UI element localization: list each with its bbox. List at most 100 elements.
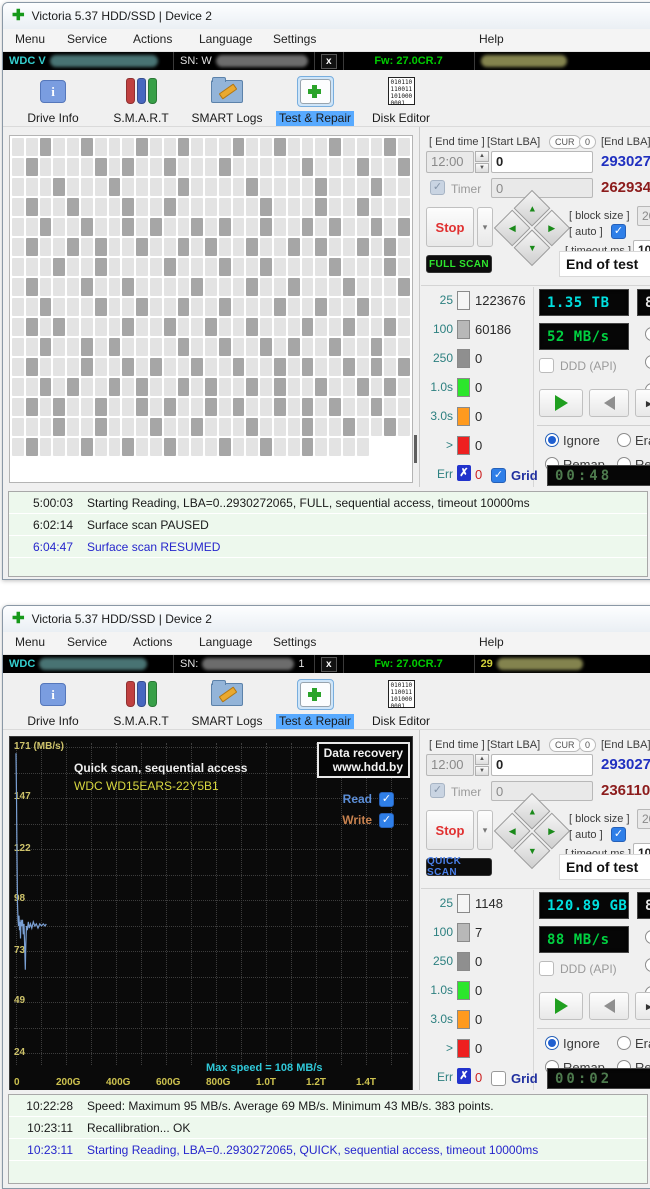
- menu-item-help[interactable]: Help: [479, 32, 504, 46]
- auto-checkbox[interactable]: [611, 827, 626, 842]
- scan-block: [370, 418, 383, 436]
- stop-button[interactable]: Stop: [426, 207, 474, 247]
- play-button[interactable]: [539, 389, 583, 417]
- title-bar[interactable]: ✚ Victoria 5.37 HDD/SSD | Device 2: [3, 3, 650, 29]
- scan-block: [315, 178, 328, 196]
- toolbar-button-disk-editor[interactable]: 010110 110011 101000 0001 Disk Editor: [359, 73, 443, 127]
- scan-position-thumb[interactable]: [414, 435, 417, 463]
- scan-block: [177, 238, 190, 256]
- grid-checkbox[interactable]: [491, 1071, 506, 1086]
- stop-dropdown-button[interactable]: ▾: [477, 810, 493, 850]
- toolbar-button-s-m-a-r-t[interactable]: S.M.A.R.T: [99, 73, 183, 127]
- scan-block: [39, 138, 52, 156]
- stop-dropdown-button[interactable]: ▾: [477, 207, 493, 247]
- start-lba-input[interactable]: 0: [491, 151, 593, 173]
- ddd-api-checkbox[interactable]: [539, 358, 554, 373]
- log-box[interactable]: 5:00:03 Starting Reading, LBA=0..29302720…: [8, 491, 648, 577]
- scan-mode-button[interactable]: QUICK SCAN: [426, 856, 492, 878]
- scan-block: [343, 378, 355, 396]
- device-close-icon[interactable]: x: [321, 656, 337, 672]
- toolbar-button-test-repair[interactable]: Test & Repair: [273, 73, 357, 127]
- scan-block: [177, 398, 190, 416]
- scan-block: [94, 258, 107, 276]
- scan-block: [356, 178, 369, 196]
- scan-block: [94, 358, 107, 376]
- block-size-input[interactable]: 2048: [637, 206, 650, 226]
- scan-block: [398, 338, 410, 356]
- end-of-test-field[interactable]: End of test: [559, 251, 650, 277]
- ignore-radio[interactable]: [545, 433, 559, 447]
- end-time-spinner-value[interactable]: 12:00: [426, 151, 474, 173]
- counter-value: 0: [475, 351, 483, 366]
- counter-block: [457, 1010, 470, 1029]
- ddd-api-checkbox[interactable]: [539, 961, 554, 976]
- menu-item-menu[interactable]: Menu: [15, 32, 45, 46]
- menu-item-actions[interactable]: Actions: [133, 32, 172, 46]
- ignore-radio[interactable]: [545, 1036, 559, 1050]
- back-button[interactable]: [589, 992, 629, 1020]
- erase-radio[interactable]: [617, 1036, 631, 1050]
- log-box[interactable]: 10:22:28 Speed: Maximum 95 MB/s. Average …: [8, 1094, 648, 1184]
- spinner-up-icon[interactable]: ▲: [475, 151, 489, 162]
- auto-checkbox[interactable]: [611, 224, 626, 239]
- scan-block: [232, 318, 245, 336]
- block-size-input[interactable]: 2048: [637, 809, 650, 829]
- menu-item-actions[interactable]: Actions: [133, 635, 172, 649]
- toolbar-button-smart-logs[interactable]: SMART Logs: [185, 676, 269, 730]
- end-time-spinner-value[interactable]: 12:00: [426, 754, 474, 776]
- scan-block: [53, 158, 66, 176]
- scan-block: [356, 358, 369, 376]
- scan-block: [301, 158, 314, 176]
- toolbar-button-disk-editor[interactable]: 010110 110011 101000 0001 Disk Editor: [359, 676, 443, 730]
- grid-label: Grid: [511, 1071, 538, 1086]
- play-button[interactable]: [539, 992, 583, 1020]
- surface-scan-map[interactable]: [9, 135, 413, 483]
- menu-item-language[interactable]: Language: [199, 32, 252, 46]
- timer-checkbox[interactable]: [430, 180, 445, 195]
- scan-block: [80, 438, 93, 456]
- title-bar[interactable]: ✚ Victoria 5.37 HDD/SSD | Device 2: [3, 606, 650, 632]
- menu-item-service[interactable]: Service: [67, 635, 107, 649]
- aux-radio-2[interactable]: [645, 355, 650, 369]
- toolbar-button-label: Test & Repair: [275, 714, 355, 729]
- grid-checkbox[interactable]: [491, 468, 506, 483]
- scan-block: [205, 338, 217, 356]
- end-of-test-field[interactable]: End of test: [559, 854, 650, 880]
- toolbar-button-s-m-a-r-t[interactable]: S.M.A.R.T: [99, 676, 183, 730]
- scan-mode-button[interactable]: FULL SCAN: [426, 255, 492, 273]
- speed-graph[interactable]: 171 (MB/s) 147 122 98 73 49 24 0 200G 400G 600G 800…: [9, 736, 413, 1090]
- end-time-spinner-arrows[interactable]: ▲ ▼: [475, 151, 489, 173]
- seek-error-button[interactable]: ▸?◂: [635, 992, 650, 1020]
- seek-error-button[interactable]: ▸?◂: [635, 389, 650, 417]
- spinner-down-icon[interactable]: ▼: [475, 765, 489, 776]
- aux-radio-1[interactable]: [645, 327, 650, 341]
- toolbar-button-test-repair[interactable]: Test & Repair: [273, 676, 357, 730]
- end-time-spinner-arrows[interactable]: ▲ ▼: [475, 754, 489, 776]
- menu-item-service[interactable]: Service: [67, 32, 107, 46]
- toolbar-button-drive-info[interactable]: i Drive Info: [11, 73, 95, 127]
- counter-value: 1148: [475, 896, 503, 911]
- menu-item-settings[interactable]: Settings: [273, 32, 316, 46]
- spinner-down-icon[interactable]: ▼: [475, 162, 489, 173]
- aux-radio-1[interactable]: [645, 930, 650, 944]
- menu-item-help[interactable]: Help: [479, 635, 504, 649]
- menu-item-menu[interactable]: Menu: [15, 635, 45, 649]
- block-grid: [10, 136, 412, 458]
- toolbar-button-smart-logs[interactable]: SMART Logs: [185, 73, 269, 127]
- back-button[interactable]: [589, 389, 629, 417]
- scan-block: [136, 178, 148, 196]
- aux-radio-2[interactable]: [645, 958, 650, 972]
- menu-item-language[interactable]: Language: [199, 635, 252, 649]
- scan-block: [163, 398, 176, 416]
- erase-radio[interactable]: [617, 433, 631, 447]
- scan-block: [218, 338, 231, 356]
- spinner-up-icon[interactable]: ▲: [475, 754, 489, 765]
- menu-item-settings[interactable]: Settings: [273, 635, 316, 649]
- scan-block: [53, 138, 66, 156]
- stop-button[interactable]: Stop: [426, 810, 474, 850]
- scan-block: [329, 258, 342, 276]
- timer-checkbox[interactable]: [430, 783, 445, 798]
- start-lba-input[interactable]: 0: [491, 754, 593, 776]
- device-close-icon[interactable]: x: [321, 53, 337, 69]
- toolbar-button-drive-info[interactable]: i Drive Info: [11, 676, 95, 730]
